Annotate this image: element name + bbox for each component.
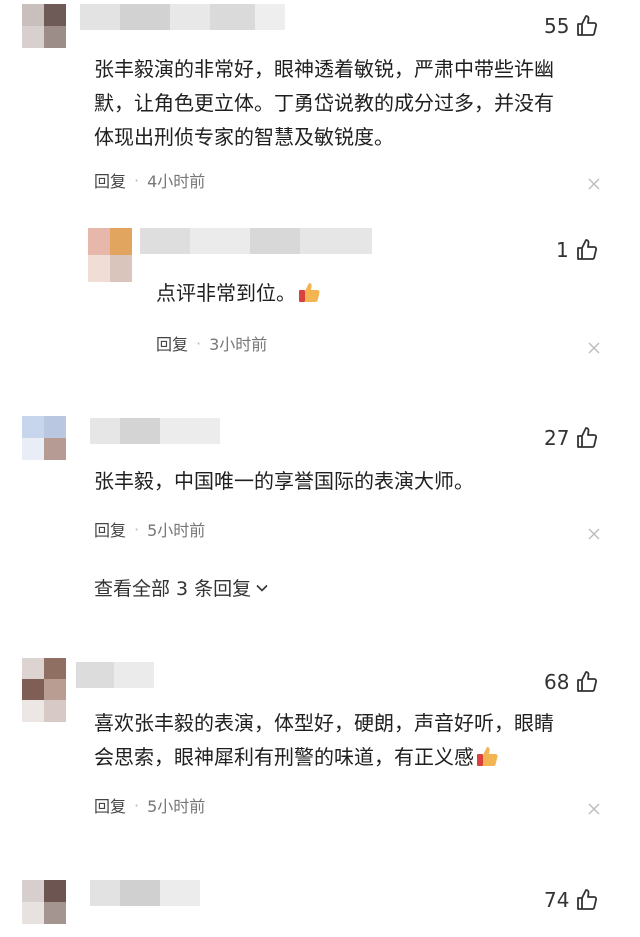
close-icon[interactable] <box>587 340 601 354</box>
comment-line: 点评非常到位。 <box>156 281 296 305</box>
view-all-replies-button[interactable]: 查看全部 3 条回复 <box>94 574 269 601</box>
comment-line: 体现出刑侦专家的智慧及敏锐度。 <box>94 125 394 149</box>
username-blurred[interactable] <box>90 880 200 906</box>
timestamp: 5小时前 <box>147 521 206 540</box>
chevron-down-icon <box>256 584 268 592</box>
thumbs-up-emoji-icon <box>298 279 322 302</box>
like-button[interactable]: 1 <box>556 236 599 264</box>
like-count: 27 <box>544 426 570 450</box>
thumbs-up-icon <box>577 889 598 910</box>
close-icon[interactable] <box>587 801 601 815</box>
reply-button[interactable]: 回复 <box>94 793 126 817</box>
like-count: 74 <box>544 888 570 912</box>
avatar[interactable] <box>22 4 66 48</box>
avatar[interactable] <box>22 880 66 924</box>
comment-meta: 回复 · 5小时前 <box>94 793 206 817</box>
comment-line: 张丰毅，中国唯一的享誉国际的表演大师。 <box>94 469 474 493</box>
reply-button[interactable]: 回复 <box>156 331 188 355</box>
comment-line: 默，让角色更立体。丁勇岱说教的成分过多，并没有 <box>94 91 554 115</box>
like-button[interactable]: 55 <box>544 12 599 40</box>
thumbs-up-emoji-icon <box>476 743 500 766</box>
view-all-replies-label: 查看全部 3 条回复 <box>94 578 252 600</box>
like-count: 55 <box>544 14 570 38</box>
username-blurred[interactable] <box>76 662 154 688</box>
username-blurred[interactable] <box>80 4 285 30</box>
username-blurred[interactable] <box>140 228 372 254</box>
comment-meta: 回复 · 5小时前 <box>94 517 206 541</box>
like-button[interactable]: 27 <box>544 424 599 452</box>
thumbs-up-icon <box>577 671 598 692</box>
like-button[interactable]: 68 <box>544 668 599 696</box>
timestamp: 4小时前 <box>147 172 206 191</box>
comment-text: 张丰毅演的非常好，眼神透着敏锐，严肃中带些许幽 默，让角色更立体。丁勇岱说教的成… <box>94 52 554 154</box>
avatar[interactable] <box>22 416 66 460</box>
like-count: 1 <box>556 238 569 262</box>
timestamp: 3小时前 <box>209 335 268 354</box>
thumbs-up-icon <box>576 239 597 260</box>
timestamp: 5小时前 <box>147 797 206 816</box>
comment-text: 点评非常到位。 <box>156 276 322 310</box>
reply-button[interactable]: 回复 <box>94 517 126 541</box>
comment-line: 张丰毅演的非常好，眼神透着敏锐，严肃中带些许幽 <box>94 57 554 81</box>
like-button[interactable]: 74 <box>544 886 599 914</box>
avatar[interactable] <box>22 658 66 722</box>
close-icon[interactable] <box>587 176 601 190</box>
thumbs-up-icon <box>577 15 598 36</box>
like-count: 68 <box>544 670 570 694</box>
comment-line: 喜欢张丰毅的表演，体型好，硬朗，声音好听，眼睛 <box>94 711 554 735</box>
comment-meta: 回复 · 3小时前 <box>156 331 268 355</box>
comment-line: 会思索，眼神犀利有刑警的味道，有正义感 <box>94 745 474 769</box>
reply-button[interactable]: 回复 <box>94 168 126 192</box>
close-icon[interactable] <box>587 526 601 540</box>
comment-text: 喜欢张丰毅的表演，体型好，硬朗，声音好听，眼睛 会思索，眼神犀利有刑警的味道，有… <box>94 706 554 774</box>
thumbs-up-icon <box>577 427 598 448</box>
username-blurred[interactable] <box>90 418 220 444</box>
comment-text: 张丰毅，中国唯一的享誉国际的表演大师。 <box>94 464 474 498</box>
comment-meta: 回复 · 4小时前 <box>94 168 206 192</box>
avatar[interactable] <box>88 228 132 282</box>
